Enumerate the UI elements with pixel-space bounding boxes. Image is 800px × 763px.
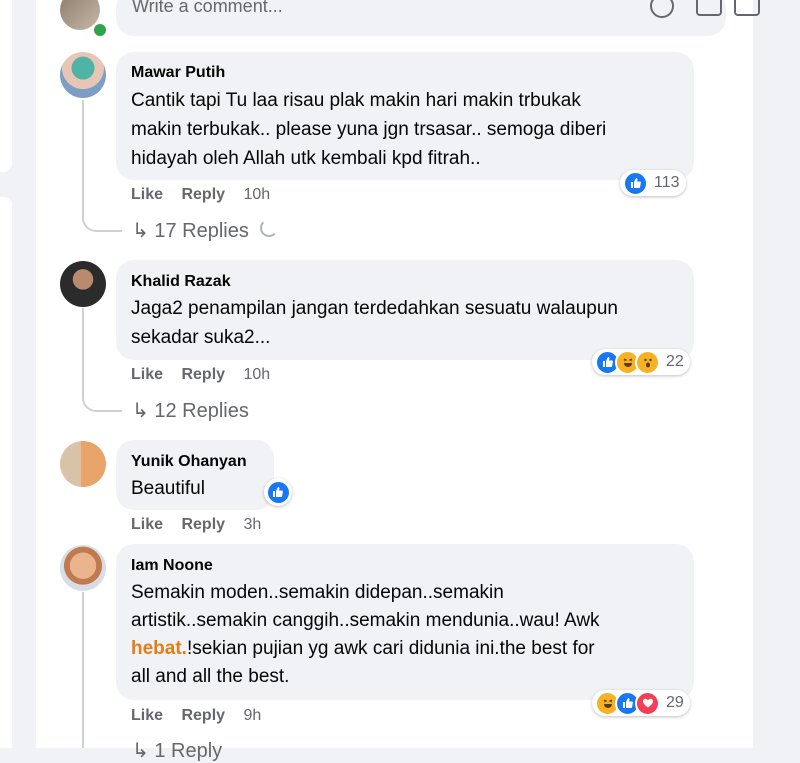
- avatar[interactable]: [60, 261, 106, 307]
- wow-reaction-icon: [635, 349, 660, 375]
- reaction-summary[interactable]: 113: [620, 170, 686, 196]
- write-comment-placeholder: Write a comment...: [132, 0, 283, 16]
- avatar[interactable]: [60, 441, 106, 487]
- comment-text-segment: !sekian pujian yg awk cari didunia ini.t…: [186, 638, 595, 659]
- left-panel-card-bottom: [0, 197, 12, 748]
- comment-author[interactable]: Yunik Ohanyan: [131, 453, 247, 471]
- comment-text-line: all and all the best.: [131, 666, 290, 687]
- view-replies-label: 1 Reply: [154, 740, 223, 762]
- like-button[interactable]: Like: [131, 516, 163, 533]
- comments-section: Write a comment... Mawar Putih Cantik ta…: [36, 0, 760, 762]
- view-replies-link[interactable]: ↳ 12 Replies: [132, 398, 249, 423]
- comment-author[interactable]: Mawar Putih: [131, 64, 225, 82]
- online-status-dot: [92, 22, 108, 38]
- reaction-count: 113: [654, 174, 680, 191]
- like-button[interactable]: Like: [131, 707, 163, 724]
- comment-author[interactable]: Khalid Razak: [131, 273, 231, 291]
- reply-button[interactable]: Reply: [181, 707, 225, 724]
- reply-button[interactable]: Reply: [181, 186, 225, 203]
- comment-actions: Like Reply 10h: [131, 366, 284, 384]
- comment-text-line: Cantik tapi Tu laa risau plak makin hari…: [131, 90, 581, 111]
- like-button[interactable]: Like: [131, 366, 163, 383]
- comment-text-line: Beautiful: [131, 478, 205, 499]
- loading-spinner-icon: [260, 219, 279, 237]
- reaction-summary[interactable]: 29: [592, 690, 690, 716]
- comment-text-line: artistik..semakin canggih..semakin mendu…: [131, 610, 600, 631]
- reaction-summary[interactable]: [264, 478, 292, 506]
- comment-actions: Like Reply 9h: [131, 707, 275, 725]
- view-replies-label: 12 Replies: [154, 400, 249, 422]
- gif-icon[interactable]: [734, 0, 760, 16]
- avatar[interactable]: [60, 545, 106, 591]
- love-reaction-icon: [635, 690, 660, 716]
- left-panel-card-top: [0, 0, 12, 172]
- like-reaction-icon: [623, 170, 648, 196]
- comment-text-line: hebat.!sekian pujian yg awk cari didunia…: [131, 634, 595, 663]
- reply-arrow-icon: ↳: [132, 400, 149, 422]
- write-comment-input[interactable]: Write a comment...: [116, 0, 760, 36]
- view-replies-link[interactable]: ↳ 1 Reply: [132, 738, 222, 763]
- comment-timestamp[interactable]: 10h: [244, 186, 271, 203]
- comment-actions: Like Reply 10h: [131, 186, 284, 204]
- reply-arrow-icon: ↳: [132, 220, 149, 242]
- avatar[interactable]: [60, 52, 106, 98]
- hashtag-link[interactable]: hebat.: [131, 638, 187, 659]
- reaction-summary[interactable]: 22: [592, 349, 690, 375]
- comment-text-line: hidayah oleh Allah utk kembali kpd fitra…: [131, 148, 481, 169]
- comment-timestamp[interactable]: 9h: [244, 707, 262, 724]
- comment-actions: Like Reply 3h: [131, 516, 275, 534]
- view-replies-label: 17 Replies: [154, 220, 249, 242]
- comment-timestamp[interactable]: 3h: [244, 516, 262, 533]
- comment-text-line: makin terbukak.. please yuna jgn trsasar…: [131, 119, 607, 140]
- like-button[interactable]: Like: [131, 186, 163, 203]
- right-rail: [753, 0, 800, 748]
- comment-text-line: Jaga2 penampilan jangan terdedahkan sesu…: [131, 298, 618, 319]
- reply-button[interactable]: Reply: [181, 516, 225, 533]
- reaction-count: 22: [666, 353, 684, 370]
- like-reaction-icon: [267, 481, 289, 503]
- view-replies-link[interactable]: ↳ 17 Replies: [132, 218, 279, 243]
- comment-author[interactable]: Iam Noone: [131, 557, 213, 575]
- reaction-count: 29: [666, 694, 684, 711]
- camera-icon[interactable]: [696, 0, 722, 16]
- reply-arrow-icon: ↳: [132, 740, 149, 762]
- comment-text-line: sekadar suka2...: [131, 327, 271, 348]
- comment-timestamp[interactable]: 10h: [244, 366, 271, 383]
- reply-button[interactable]: Reply: [181, 366, 225, 383]
- emoji-icon[interactable]: [650, 0, 674, 18]
- comment-text-line: Semakin moden..semakin didepan..semakin: [131, 582, 504, 603]
